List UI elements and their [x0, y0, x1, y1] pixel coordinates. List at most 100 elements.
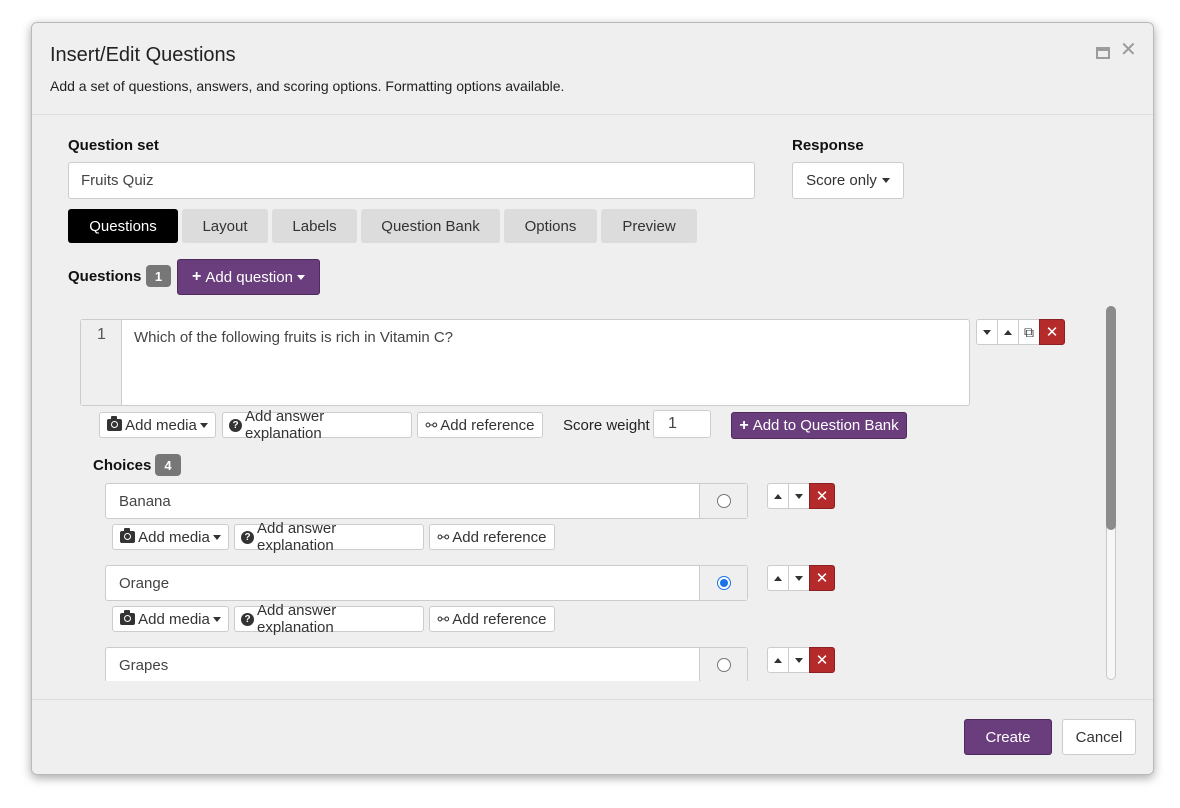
choice-input-banana[interactable]: Banana [105, 483, 748, 519]
tab-label: Labels [292, 217, 337, 235]
maximize-icon[interactable] [1096, 47, 1110, 59]
cancel-button[interactable]: Cancel [1062, 719, 1136, 755]
create-button[interactable]: Create [964, 719, 1052, 755]
caret-down-icon [795, 493, 803, 499]
question-set-label: Question set [68, 137, 159, 154]
choice-input-grapes[interactable]: Grapes [105, 647, 748, 681]
caret-down-icon [983, 329, 991, 335]
scrollbar-thumb[interactable] [1106, 306, 1116, 530]
choice-text[interactable]: Banana [119, 493, 171, 510]
response-dropdown[interactable]: Score only [792, 162, 904, 199]
caret-down-icon [881, 178, 890, 183]
duplicate-button[interactable]: ⧉ [1018, 319, 1040, 345]
link-icon: ⚯ [437, 528, 450, 545]
question-circle-icon: ? [229, 418, 242, 432]
tab-options[interactable]: Options [504, 209, 597, 243]
caret-down-icon [795, 657, 803, 663]
question-text[interactable]: Which of the following fruits is rich in… [134, 329, 453, 346]
add-to-question-bank-button[interactable]: + Add to Question Bank [731, 412, 907, 439]
move-up-button[interactable] [997, 319, 1019, 345]
add-reference-button[interactable]: ⚯ Add reference [417, 412, 543, 438]
move-up-button[interactable] [767, 565, 789, 591]
add-question-label: Add question [205, 268, 293, 286]
tab-preview[interactable]: Preview [601, 209, 697, 243]
caret-up-icon [1004, 329, 1012, 335]
add-to-bank-label: Add to Question Bank [752, 417, 899, 434]
add-media-button[interactable]: Add media [99, 412, 216, 438]
add-question-button[interactable]: + Add question [177, 259, 320, 295]
delete-choice-button[interactable]: ✕ [809, 647, 835, 673]
add-media-button[interactable]: Add media [112, 524, 229, 550]
choice-text[interactable]: Orange [119, 575, 169, 592]
move-up-button[interactable] [767, 483, 789, 509]
delete-choice-button[interactable]: ✕ [809, 483, 835, 509]
choices-count-badge: 4 [155, 454, 181, 476]
questions-label: Questions [68, 268, 142, 285]
tab-labels[interactable]: Labels [272, 209, 357, 243]
caret-down-icon [212, 616, 221, 622]
dialog-header: Insert/Edit Questions Add a set of quest… [32, 23, 1153, 115]
question-set-value: Fruits Quiz [81, 172, 154, 189]
close-icon: ✕ [815, 570, 829, 587]
question-circle-icon: ? [241, 530, 254, 544]
move-down-button[interactable] [976, 319, 998, 345]
delete-question-button[interactable]: ✕ [1039, 319, 1065, 345]
choices-label: Choices [93, 457, 152, 474]
choice-input-orange[interactable]: Orange [105, 565, 748, 601]
add-explanation-label: Add answer explanation [256, 520, 337, 554]
choice-controls: ✕ [767, 565, 835, 591]
score-weight-label: Score weight [563, 417, 650, 434]
question-number-column: 1 [81, 320, 122, 405]
correct-answer-radio[interactable] [716, 658, 731, 672]
correct-answer-radio-wrap [699, 566, 747, 600]
delete-choice-button[interactable]: ✕ [809, 565, 835, 591]
choice-controls: ✕ [767, 483, 835, 509]
correct-answer-radio-wrap [699, 484, 747, 518]
choice-controls: ✕ [767, 647, 835, 673]
add-reference-label: Add reference [452, 528, 547, 546]
question-set-input[interactable]: Fruits Quiz [68, 162, 755, 199]
tab-questions[interactable]: Questions [68, 209, 178, 243]
move-down-button[interactable] [788, 483, 810, 509]
camera-icon [120, 528, 136, 543]
question-editor[interactable]: 1 Which of the following fruits is rich … [80, 319, 970, 406]
response-selected: Score only [806, 172, 877, 189]
caret-down-icon [212, 534, 221, 540]
correct-answer-radio[interactable] [716, 494, 731, 508]
tab-label: Preview [622, 217, 676, 235]
questions-count-badge: 1 [146, 265, 171, 287]
close-icon[interactable]: ✕ [1120, 40, 1137, 60]
tab-question-bank[interactable]: Question Bank [361, 209, 500, 243]
caret-up-icon [774, 657, 782, 663]
score-weight-input[interactable]: 1 [653, 410, 711, 438]
question-number: 1 [97, 326, 106, 343]
score-weight-value: 1 [668, 415, 677, 432]
caret-up-icon [774, 575, 782, 581]
response-label: Response [792, 137, 864, 154]
plus-icon: + [739, 416, 749, 434]
close-icon: ✕ [815, 488, 829, 505]
correct-answer-radio-wrap [699, 648, 747, 681]
camera-icon [107, 416, 123, 431]
caret-up-icon [774, 493, 782, 499]
dialog-description: Add a set of questions, answers, and sco… [50, 78, 565, 94]
caret-down-icon [296, 274, 305, 280]
move-down-button[interactable] [788, 647, 810, 673]
add-explanation-label: Add answer explanation [244, 408, 325, 442]
add-answer-explanation-button[interactable]: ? Add answer explanation [234, 520, 424, 554]
link-icon: ⚯ [425, 416, 438, 433]
correct-answer-radio[interactable] [716, 576, 731, 590]
insert-edit-questions-dialog: Insert/Edit Questions Add a set of quest… [31, 22, 1154, 775]
add-reference-button[interactable]: ⚯ Add reference [429, 524, 555, 550]
add-answer-explanation-button[interactable]: ? Add answer explanation [222, 408, 412, 442]
add-media-label: Add media [125, 416, 197, 434]
tab-layout[interactable]: Layout [182, 209, 268, 243]
close-icon: ✕ [815, 652, 829, 669]
move-down-button[interactable] [788, 565, 810, 591]
tab-label: Question Bank [381, 217, 480, 235]
plus-icon: + [192, 268, 202, 285]
choice-text[interactable]: Grapes [119, 657, 168, 674]
caret-down-icon [199, 422, 208, 428]
tab-label: Layout [202, 217, 248, 235]
move-up-button[interactable] [767, 647, 789, 673]
